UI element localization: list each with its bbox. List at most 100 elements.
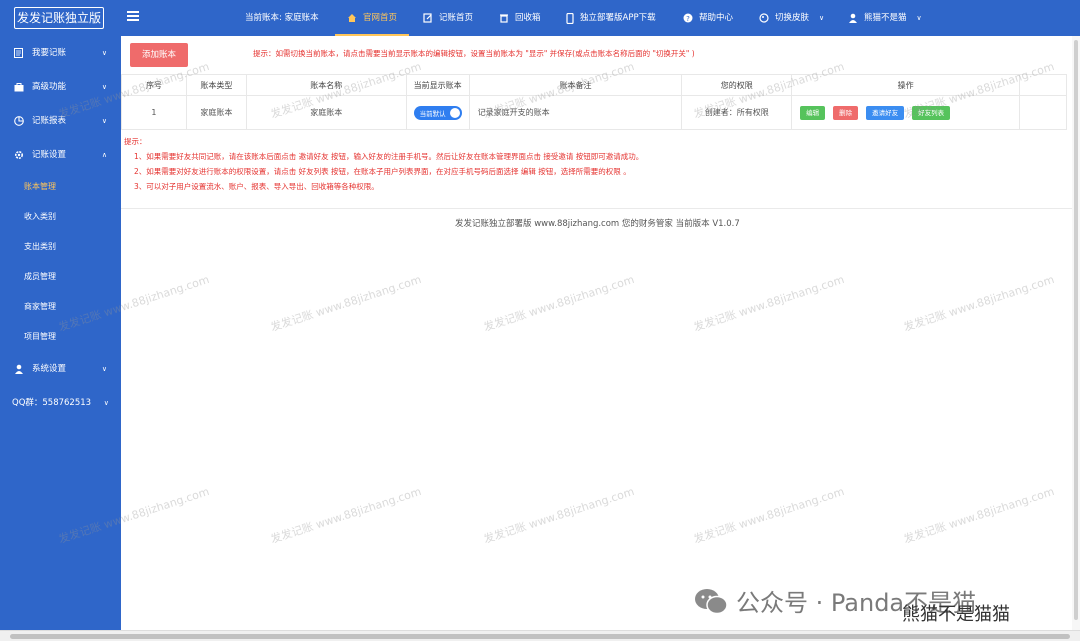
column-header: 账本备注 [468, 74, 683, 96]
sidebar-item-expense-category[interactable]: 支出类别 [0, 232, 121, 262]
switch-book-tip: 提示：如需切换当前账本，请点击需要当前显示账本的编辑按钮，设置当前账本为 "显示… [253, 49, 695, 58]
sidebar-item-merchant-management[interactable]: 商家管理 [0, 292, 121, 322]
cell-permission: 创建者：所有权限 [681, 95, 793, 130]
sidebar-menu-record[interactable]: 我要记账 ∨ [0, 38, 121, 68]
briefcase-icon [14, 82, 24, 91]
phone-icon [566, 12, 574, 24]
cell-type: 家庭账本 [185, 95, 247, 130]
app-logo[interactable]: 发发记账独立版 [14, 7, 104, 29]
sidebar-menu-reports[interactable]: 记账报表 ∨ [0, 106, 121, 136]
table-header-row: 序号 账本类型 账本名称 当前显示账本 账本备注 您的权限 操作 [121, 74, 1067, 96]
qq-label: QQ群：558762513 [12, 398, 92, 408]
current-book-label: 当前账本: 家庭账本 [245, 13, 319, 23]
nav-bookkeeping-home[interactable]: 记账首页 [423, 0, 473, 36]
nav-label: 官网首页 [363, 13, 398, 23]
nav-label: 帮助中心 [699, 13, 734, 23]
sidebar-menu-settings[interactable]: 记账设置 ∧ [0, 140, 121, 170]
hamburger-menu-icon[interactable] [127, 9, 139, 23]
nav-app-download[interactable]: 独立部署版APP下载 [566, 0, 656, 36]
chevron-up-icon: ∧ [101, 151, 107, 159]
pie-chart-icon [14, 116, 24, 126]
cell-index: 1 [121, 95, 187, 130]
watermark-text: 发发记账 www.88jizhang.com [482, 272, 636, 334]
column-header: 账本名称 [245, 74, 407, 96]
edit-button[interactable]: 编辑 [800, 105, 826, 120]
chevron-down-icon: ∨ [103, 399, 109, 407]
column-header: 您的权限 [681, 74, 793, 96]
nav-switch-skin[interactable]: 切换皮肤 ∨ [759, 0, 824, 36]
watermark-text: 发发记账 www.88jizhang.com [269, 484, 423, 546]
scrollbar-thumb[interactable] [10, 634, 1070, 639]
nav-active-indicator [335, 34, 410, 36]
column-header: 序号 [121, 74, 187, 96]
svg-text:?: ? [686, 15, 690, 23]
user-icon [15, 364, 23, 374]
current-book-toggle[interactable]: 当前默认 [413, 105, 462, 120]
sidebar-qq-group[interactable]: QQ群：558762513 ∨ [12, 388, 122, 418]
invite-friend-button[interactable]: 邀请好友 [866, 105, 905, 120]
nav-label: 切换皮肤 [775, 13, 810, 23]
cell-name: 家庭账本 [245, 95, 407, 130]
sidebar-item-project-management[interactable]: 项目管理 [0, 322, 121, 352]
footer-divider [121, 208, 1080, 209]
sidebar-menu-system[interactable]: 系统设置 ∨ [0, 354, 121, 384]
edit-icon [423, 13, 432, 23]
trash-icon [500, 14, 508, 23]
nav-user-menu[interactable]: 熊猫不是猫 ∨ [848, 0, 922, 36]
home-icon [348, 14, 356, 22]
column-header: 账本类型 [185, 74, 247, 96]
tips-block: 提示： 1、如果需要好友共同记账，请在该账本后面点击 邀请好友 按钮，输入好友的… [124, 134, 643, 194]
nav-official-home[interactable]: 官网首页 [335, 0, 410, 36]
watermark-text: 发发记账 www.88jizhang.com [692, 484, 846, 546]
watermark-text: 发发记账 www.88jizhang.com [902, 484, 1056, 546]
tip-line: 2、如果需要对好友进行账本的权限设置，请点击 好友列表 按钮，在账本子用户列表界… [134, 167, 631, 176]
book-icon [14, 48, 23, 58]
toggle-label: 当前默认 [419, 109, 446, 118]
sidebar: 我要记账 ∨ 高级功能 ∨ 记账报表 ∨ 记账设置 ∧ 账本管理 收入类别 支出… [0, 36, 121, 641]
nav-label: 回收箱 [515, 13, 541, 23]
page-footer: 发发记账独立部署版 www.88jizhang.com 您的财务管家 当前版本 … [455, 219, 740, 229]
add-book-button[interactable]: 添加账本 [130, 43, 188, 67]
sidebar-item-book-management[interactable]: 账本管理 [0, 172, 121, 202]
author-overlay-text: 熊猫不是猫猫 [902, 604, 1010, 625]
tips-title: 提示： [124, 137, 147, 146]
table-row: 1 家庭账本 家庭账本 当前默认 记录家庭开支的账本 创建者：所有权限 编辑 删… [121, 95, 1067, 130]
sidebar-menu-label: 记账设置 [32, 150, 67, 160]
chevron-down-icon: ∨ [101, 365, 107, 373]
tip-line: 1、如果需要好友共同记账，请在该账本后面点击 邀请好友 按钮，输入好友的注册手机… [134, 152, 644, 161]
nav-help-center[interactable]: ? 帮助中心 [683, 0, 733, 36]
sidebar-menu-label: 我要记账 [32, 48, 67, 58]
cell-operations: 编辑 删除 邀请好友 好友列表 [791, 95, 1020, 130]
horizontal-scrollbar[interactable] [0, 630, 1080, 641]
cell-empty [1019, 95, 1067, 130]
sidebar-item-income-category[interactable]: 收入类别 [0, 202, 121, 232]
sidebar-item-member-management[interactable]: 成员管理 [0, 262, 121, 292]
sidebar-menu-label: 记账报表 [32, 116, 67, 126]
chevron-down-icon: ∨ [916, 14, 922, 22]
watermark-text: 发发记账 www.88jizhang.com [482, 484, 636, 546]
column-header-empty [1019, 74, 1067, 96]
help-icon: ? [683, 13, 693, 23]
delete-button[interactable]: 删除 [833, 105, 859, 120]
watermark-text: 发发记账 www.88jizhang.com [902, 272, 1056, 334]
watermark-text: 发发记账 www.88jizhang.com [692, 272, 846, 334]
toggle-knob [449, 107, 460, 118]
nav-label: 记账首页 [439, 13, 474, 23]
sidebar-menu-advanced[interactable]: 高级功能 ∨ [0, 72, 121, 102]
chevron-down-icon: ∨ [101, 83, 107, 91]
book-table: 序号 账本类型 账本名称 当前显示账本 账本备注 您的权限 操作 1 家庭账本 … [121, 74, 1067, 130]
user-icon [849, 13, 857, 23]
nav-recycle-bin[interactable]: 回收箱 [499, 0, 541, 36]
vertical-scrollbar[interactable] [1072, 36, 1080, 630]
column-header: 当前显示账本 [405, 74, 470, 96]
tip-line: 3、可以对子用户设置流水、账户、报表、导入导出、回收箱等各种权限。 [134, 182, 379, 191]
cell-note: 记录家庭开支的账本 [468, 95, 683, 130]
gear-icon [14, 150, 24, 160]
column-header: 操作 [791, 74, 1020, 96]
nav-label: 独立部署版APP下载 [580, 13, 656, 23]
chevron-down-icon: ∨ [101, 117, 107, 125]
friend-list-button[interactable]: 好友列表 [912, 105, 951, 120]
scrollbar-thumb[interactable] [1074, 40, 1078, 620]
top-header: 发发记账独立版 当前账本: 家庭账本 官网首页 记账首页 回收箱 独立部署版AP… [0, 0, 1080, 36]
cell-toggle: 当前默认 [405, 95, 470, 130]
